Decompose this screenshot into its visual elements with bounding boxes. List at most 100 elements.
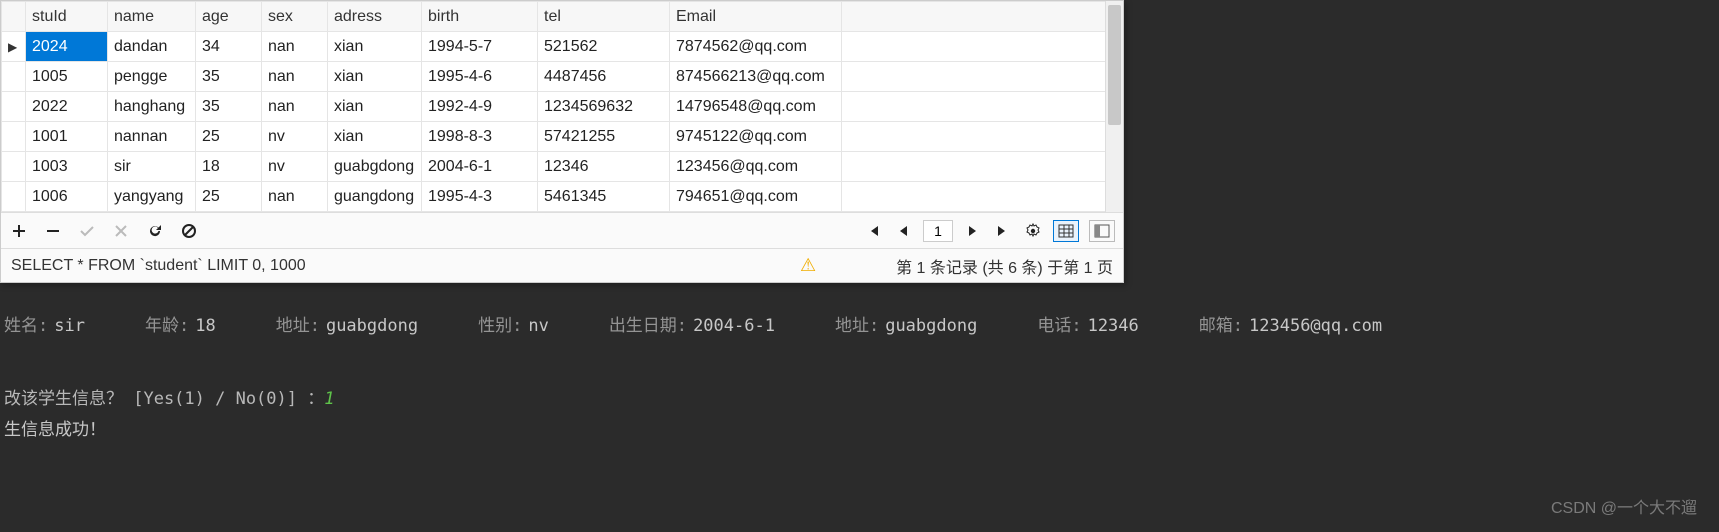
cell[interactable]: 14796548@qq.com — [670, 92, 842, 122]
cell[interactable]: sir — [108, 152, 196, 182]
cell[interactable]: nannan — [108, 122, 196, 152]
cell[interactable]: 1992-4-9 — [422, 92, 538, 122]
cell-spacer — [842, 182, 1123, 212]
terminal-field: 出生日期:2004-6-1 — [609, 311, 775, 336]
table-row[interactable]: 1006yangyang25nanguangdong1995-4-3546134… — [2, 182, 1123, 212]
cell[interactable]: 123456@qq.com — [670, 152, 842, 182]
cell[interactable]: 35 — [196, 62, 262, 92]
cell[interactable]: nan — [262, 182, 328, 212]
prev-page-icon[interactable] — [893, 221, 913, 241]
cell[interactable]: 25 — [196, 122, 262, 152]
col-header[interactable]: stuId — [26, 2, 108, 32]
warning-icon[interactable]: ⚠ — [800, 255, 816, 276]
cell[interactable]: xian — [328, 92, 422, 122]
terminal-field: 性别:nv — [478, 311, 549, 336]
cell[interactable]: dandan — [108, 32, 196, 62]
cell[interactable]: 521562 — [538, 32, 670, 62]
gear-icon[interactable] — [1023, 221, 1043, 241]
cell[interactable]: 9745122@qq.com — [670, 122, 842, 152]
col-header[interactable]: adress — [328, 2, 422, 32]
apply-icon[interactable] — [77, 221, 97, 241]
cell[interactable]: nan — [262, 92, 328, 122]
cell[interactable]: guangdong — [328, 182, 422, 212]
cell[interactable]: 7874562@qq.com — [670, 32, 842, 62]
page-input[interactable] — [923, 220, 953, 242]
db-result-panel: stuId name age sex adress birth tel Emai… — [0, 0, 1124, 283]
scrollbar-thumb[interactable] — [1108, 5, 1121, 125]
cell[interactable]: hanghang — [108, 92, 196, 122]
cancel-icon[interactable] — [111, 221, 131, 241]
cell[interactable]: 1001 — [26, 122, 108, 152]
terminal-field: 年龄:18 — [145, 311, 216, 336]
table-row[interactable]: 2022hanghang35nanxian1992-4-912345696321… — [2, 92, 1123, 122]
cell[interactable]: guabgdong — [328, 152, 422, 182]
cell[interactable]: 1005 — [26, 62, 108, 92]
grid-view-icon[interactable] — [1053, 220, 1079, 242]
col-header[interactable]: sex — [262, 2, 328, 32]
cell[interactable]: xian — [328, 32, 422, 62]
col-header[interactable]: name — [108, 2, 196, 32]
cell[interactable]: 2024 — [26, 32, 108, 62]
col-header[interactable]: Email — [670, 2, 842, 32]
table-row[interactable]: 1005pengge35nanxian1995-4-64487456874566… — [2, 62, 1123, 92]
table-row[interactable]: 1003sir18nvguabgdong2004-6-112346123456@… — [2, 152, 1123, 182]
cell[interactable]: 1003 — [26, 152, 108, 182]
cell[interactable]: 34 — [196, 32, 262, 62]
status-bar: SELECT * FROM `student` LIMIT 0, 1000 ⚠ … — [1, 248, 1123, 282]
cell[interactable]: nv — [262, 122, 328, 152]
terminal-field: 电话:12346 — [1037, 311, 1138, 336]
cell[interactable]: 1006 — [26, 182, 108, 212]
cell[interactable]: nan — [262, 32, 328, 62]
cell[interactable]: 5461345 — [538, 182, 670, 212]
cell[interactable]: 18 — [196, 152, 262, 182]
cell[interactable]: 2004-6-1 — [422, 152, 538, 182]
cell[interactable]: 25 — [196, 182, 262, 212]
cell[interactable]: 57421255 — [538, 122, 670, 152]
row-marker-header — [2, 2, 26, 32]
result-table[interactable]: stuId name age sex adress birth tel Emai… — [1, 1, 1123, 212]
row-marker — [2, 152, 26, 182]
terminal-field: 邮箱:123456@qq.com — [1199, 311, 1382, 336]
cell[interactable]: pengge — [108, 62, 196, 92]
cell[interactable]: 1995-4-3 — [422, 182, 538, 212]
record-info: 第 1 条记录 (共 6 条) 于第 1 页 — [896, 254, 1113, 278]
row-marker — [2, 92, 26, 122]
cell[interactable]: 4487456 — [538, 62, 670, 92]
cell[interactable]: xian — [328, 122, 422, 152]
cell[interactable]: xian — [328, 62, 422, 92]
last-page-icon[interactable] — [993, 221, 1013, 241]
table-row[interactable]: 1001nannan25nvxian1998-8-357421255974512… — [2, 122, 1123, 152]
stop-icon[interactable] — [179, 221, 199, 241]
col-header[interactable]: tel — [538, 2, 670, 32]
table-row[interactable]: ▶2024dandan34nanxian1994-5-7521562787456… — [2, 32, 1123, 62]
cell[interactable]: nan — [262, 62, 328, 92]
cell-spacer — [842, 32, 1123, 62]
watermark: CSDN @一个大不遛 — [1551, 494, 1697, 518]
sql-text: SELECT * FROM `student` LIMIT 0, 1000 — [11, 257, 306, 275]
cell[interactable]: nv — [262, 152, 328, 182]
first-page-icon[interactable] — [863, 221, 883, 241]
delete-row-icon[interactable] — [43, 221, 63, 241]
terminal-output: 姓名:sir年龄:18地址:guabgdong性别:nv出生日期:2004-6-… — [0, 283, 1719, 440]
cell[interactable]: 35 — [196, 92, 262, 122]
cell[interactable]: 2022 — [26, 92, 108, 122]
cell[interactable]: 1998-8-3 — [422, 122, 538, 152]
refresh-icon[interactable] — [145, 221, 165, 241]
cell[interactable]: 1995-4-6 — [422, 62, 538, 92]
form-view-icon[interactable] — [1089, 220, 1115, 242]
col-spacer — [842, 2, 1123, 32]
cell-spacer — [842, 62, 1123, 92]
next-page-icon[interactable] — [963, 221, 983, 241]
col-header[interactable]: birth — [422, 2, 538, 32]
cell[interactable]: 874566213@qq.com — [670, 62, 842, 92]
col-header[interactable]: age — [196, 2, 262, 32]
cell[interactable]: yangyang — [108, 182, 196, 212]
cell-spacer — [842, 122, 1123, 152]
row-marker — [2, 122, 26, 152]
cell[interactable]: 1994-5-7 — [422, 32, 538, 62]
cell[interactable]: 1234569632 — [538, 92, 670, 122]
add-row-icon[interactable] — [9, 221, 29, 241]
vertical-scrollbar[interactable] — [1105, 1, 1123, 212]
cell[interactable]: 12346 — [538, 152, 670, 182]
cell[interactable]: 794651@qq.com — [670, 182, 842, 212]
